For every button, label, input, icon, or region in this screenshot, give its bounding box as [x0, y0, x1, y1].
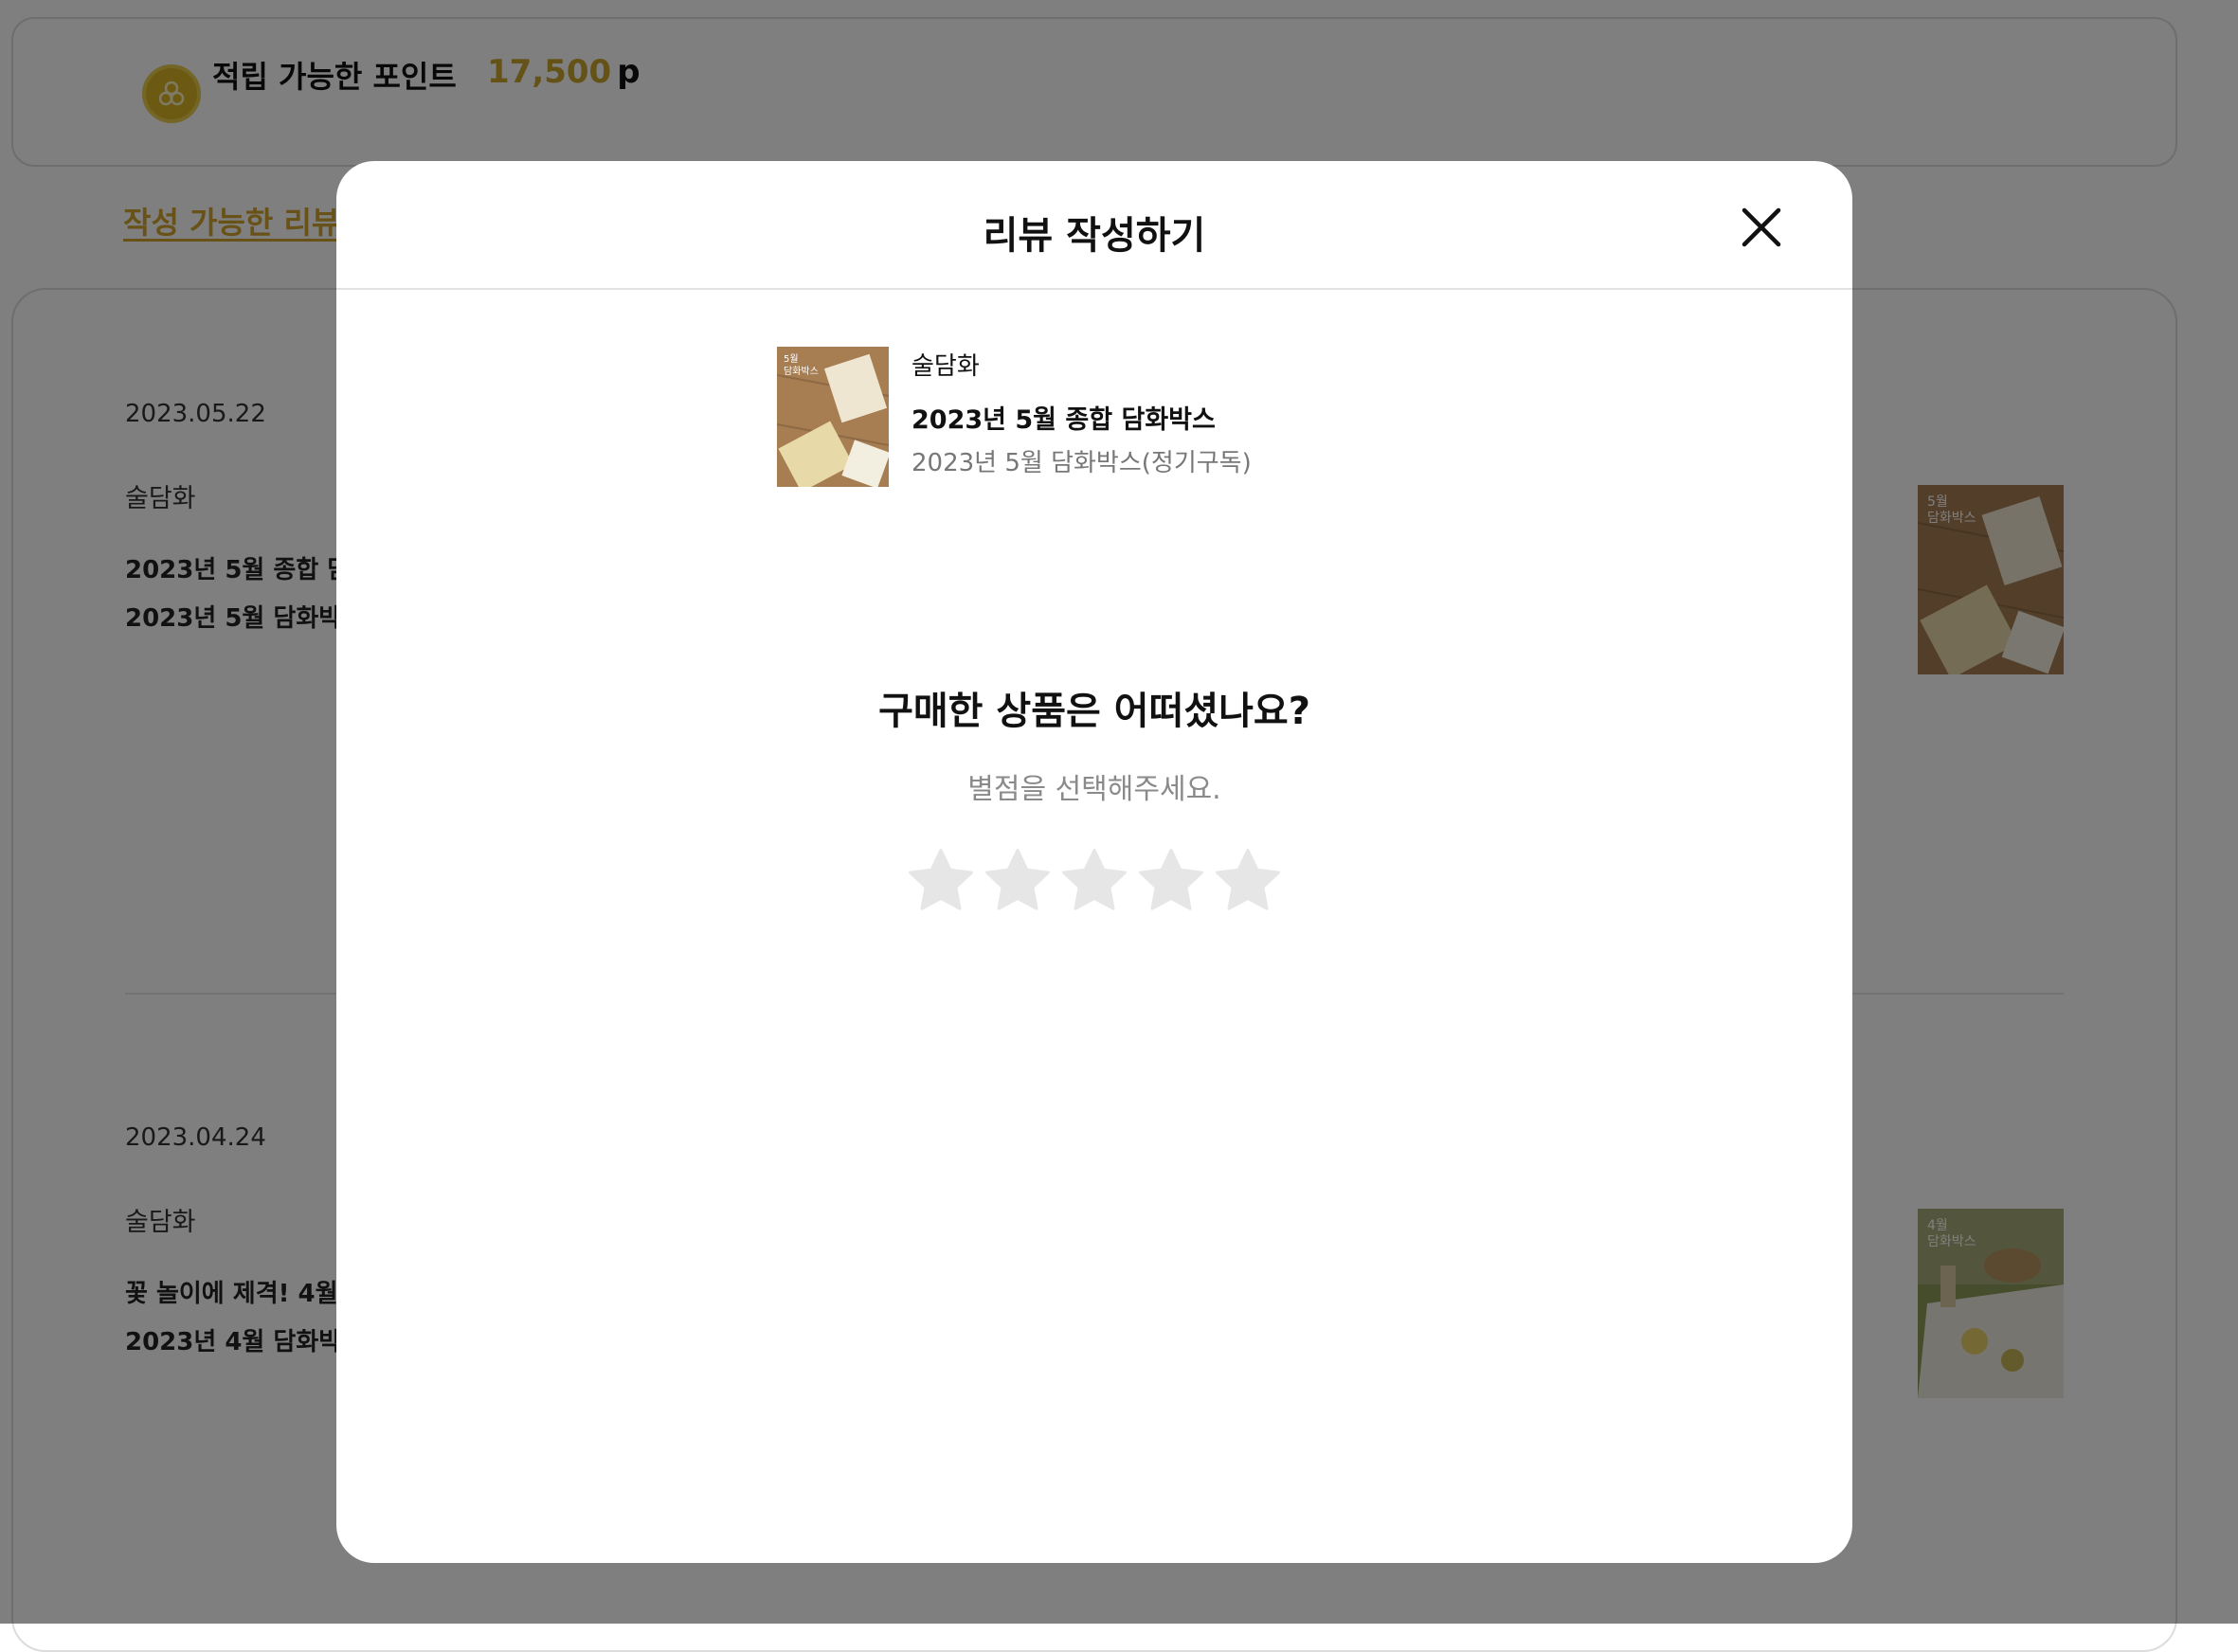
modal-header: 리뷰 작성하기 — [336, 161, 1852, 290]
rating-question: 구매한 상품은 어떠셨나요? — [878, 690, 1310, 733]
product-info: 술담화 2023년 5월 종합 담화박스 2023년 5월 담화박스(정기구독) — [911, 347, 1252, 478]
review-modal: 리뷰 작성하기 5월 담화박스 술담화 2023년 5월 종합 담화박스 202… — [336, 161, 1852, 1563]
star-2-icon[interactable] — [982, 845, 1054, 917]
modal-title: 리뷰 작성하기 — [983, 214, 1206, 258]
star-rating — [905, 845, 1284, 921]
star-5-icon[interactable] — [1212, 845, 1284, 917]
rating-instruction: 별점을 선택해주세요. — [967, 773, 1221, 806]
product-thumbnail: 5월 담화박스 — [777, 347, 889, 487]
star-1-icon[interactable] — [905, 845, 977, 917]
close-icon — [1742, 207, 1781, 247]
star-4-icon[interactable] — [1135, 845, 1207, 917]
thumbnail-caption: 5월 담화박스 — [784, 354, 819, 377]
product-option: 2023년 5월 담화박스(정기구독) — [911, 449, 1252, 477]
close-button[interactable] — [1739, 205, 1784, 250]
page: 적립 가능한 포인트 17,500p 작성 가능한 리뷰 2023.05.22 … — [0, 0, 2238, 1652]
star-3-icon[interactable] — [1058, 845, 1130, 917]
product-name: 2023년 5월 종합 담화박스 — [911, 405, 1216, 435]
product-shop: 술담화 — [911, 352, 980, 381]
